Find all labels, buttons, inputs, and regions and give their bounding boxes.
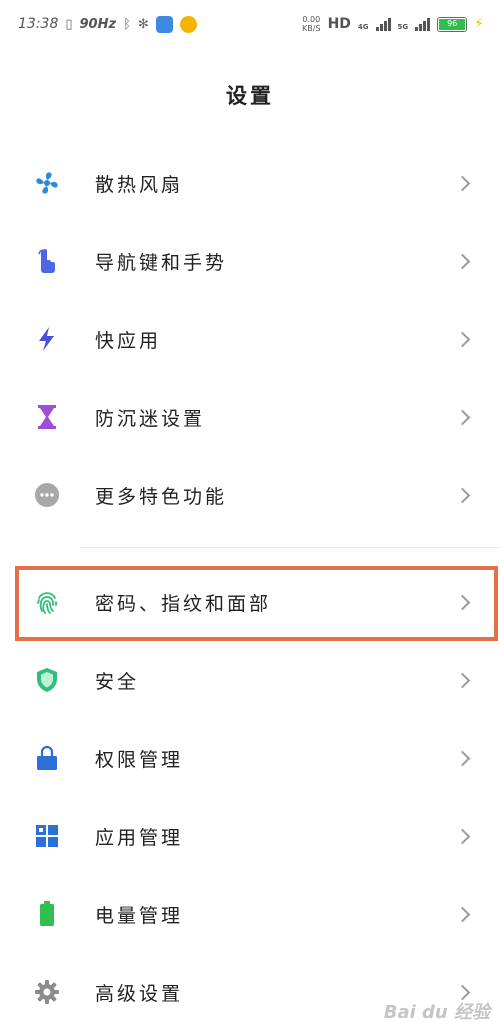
shield-icon — [34, 667, 60, 693]
section-divider — [80, 547, 500, 548]
settings-item-label: 快应用 — [95, 329, 162, 352]
network-speed-unit: KB/S — [302, 24, 321, 33]
settings-item-more-features[interactable]: 更多特色功能 — [0, 456, 500, 534]
chevron-right-icon — [454, 672, 471, 688]
refresh-rate: 90Hz — [79, 16, 117, 32]
chevron-right-icon — [454, 750, 471, 766]
network-5g-label: 5G — [397, 23, 409, 31]
signal-4g-icon — [375, 17, 391, 31]
chevron-right-icon — [454, 253, 471, 269]
battery-status-icon: 96 — [437, 16, 468, 32]
apps-grid-icon — [34, 823, 60, 849]
settings-item-label: 安全 — [95, 670, 140, 693]
settings-item-label: 防沉迷设置 — [95, 407, 206, 430]
page-title: 设置 — [226, 84, 274, 108]
baidu-watermark: Bai du 经验 — [383, 1002, 490, 1023]
network-speed: 0.00 KB/S — [302, 15, 321, 33]
signal-5g-icon — [415, 17, 431, 31]
fan-icon — [34, 170, 60, 196]
battery-level: 96 — [439, 18, 466, 30]
chevron-right-icon — [454, 331, 471, 347]
lock-icon — [34, 745, 60, 771]
chevron-right-icon — [454, 175, 471, 191]
chevron-right-icon — [454, 409, 471, 425]
network-4g-label: 4G — [357, 23, 369, 31]
settings-item-label: 更多特色功能 — [95, 485, 228, 508]
more-dots-icon — [34, 482, 60, 508]
status-time: 13:38 — [18, 16, 59, 32]
settings-item-label: 应用管理 — [95, 826, 184, 849]
settings-item-app-management[interactable]: 应用管理 — [0, 797, 500, 875]
network-speed-value: 0.00 — [302, 15, 321, 24]
settings-item-label: 密码、指纹和面部 — [95, 592, 272, 615]
status-bar-left: 13:38 ▯ 90Hz ᛒ ✻ — [18, 15, 197, 33]
chevron-right-icon — [454, 487, 471, 503]
charging-icon: ⚡ — [474, 16, 484, 32]
settings-item-label: 导航键和手势 — [95, 251, 228, 274]
settings-item-security[interactable]: 安全 — [0, 641, 500, 719]
hourglass-icon — [34, 404, 60, 430]
status-bar: 13:38 ▯ 90Hz ᛒ ✻ 0.00 KB/S HD 4G 5G 96 ⚡ — [0, 0, 500, 48]
settings-item-anti-addiction[interactable]: 防沉迷设置 — [0, 378, 500, 456]
settings-item-battery-management[interactable]: 电量管理 — [0, 875, 500, 953]
hd-voice-icon: HD — [327, 16, 351, 32]
settings-item-label: 高级设置 — [95, 982, 184, 1005]
chevron-right-icon — [454, 594, 471, 610]
vibrate-icon: ▯ — [65, 16, 73, 32]
settings-item-permissions[interactable]: 权限管理 — [0, 719, 500, 797]
settings-item-navigation-gestures[interactable]: 导航键和手势 — [0, 222, 500, 300]
weibo-notification-icon — [179, 15, 197, 33]
gear-icon — [34, 979, 60, 1005]
battery-icon — [34, 901, 60, 927]
settings-item-label: 电量管理 — [95, 904, 184, 927]
hand-gesture-icon — [34, 248, 60, 274]
status-bar-right: 0.00 KB/S HD 4G 5G 96 ⚡ — [302, 15, 484, 33]
settings-item-cooling-fan[interactable]: 散热风扇 — [0, 144, 500, 222]
chevron-right-icon — [454, 906, 471, 922]
fan-status-icon: ✻ — [137, 16, 149, 32]
settings-item-quick-apps[interactable]: 快应用 — [0, 300, 500, 378]
fingerprint-icon — [34, 589, 60, 615]
settings-item-label: 散热风扇 — [95, 173, 184, 196]
app-notification-icon — [155, 15, 173, 33]
settings-item-password-fingerprint-face[interactable]: 密码、指纹和面部 — [0, 563, 500, 641]
bluetooth-icon: ᛒ — [123, 16, 131, 32]
lightning-icon — [34, 326, 60, 352]
chevron-right-icon — [454, 828, 471, 844]
settings-item-label: 权限管理 — [95, 748, 184, 771]
